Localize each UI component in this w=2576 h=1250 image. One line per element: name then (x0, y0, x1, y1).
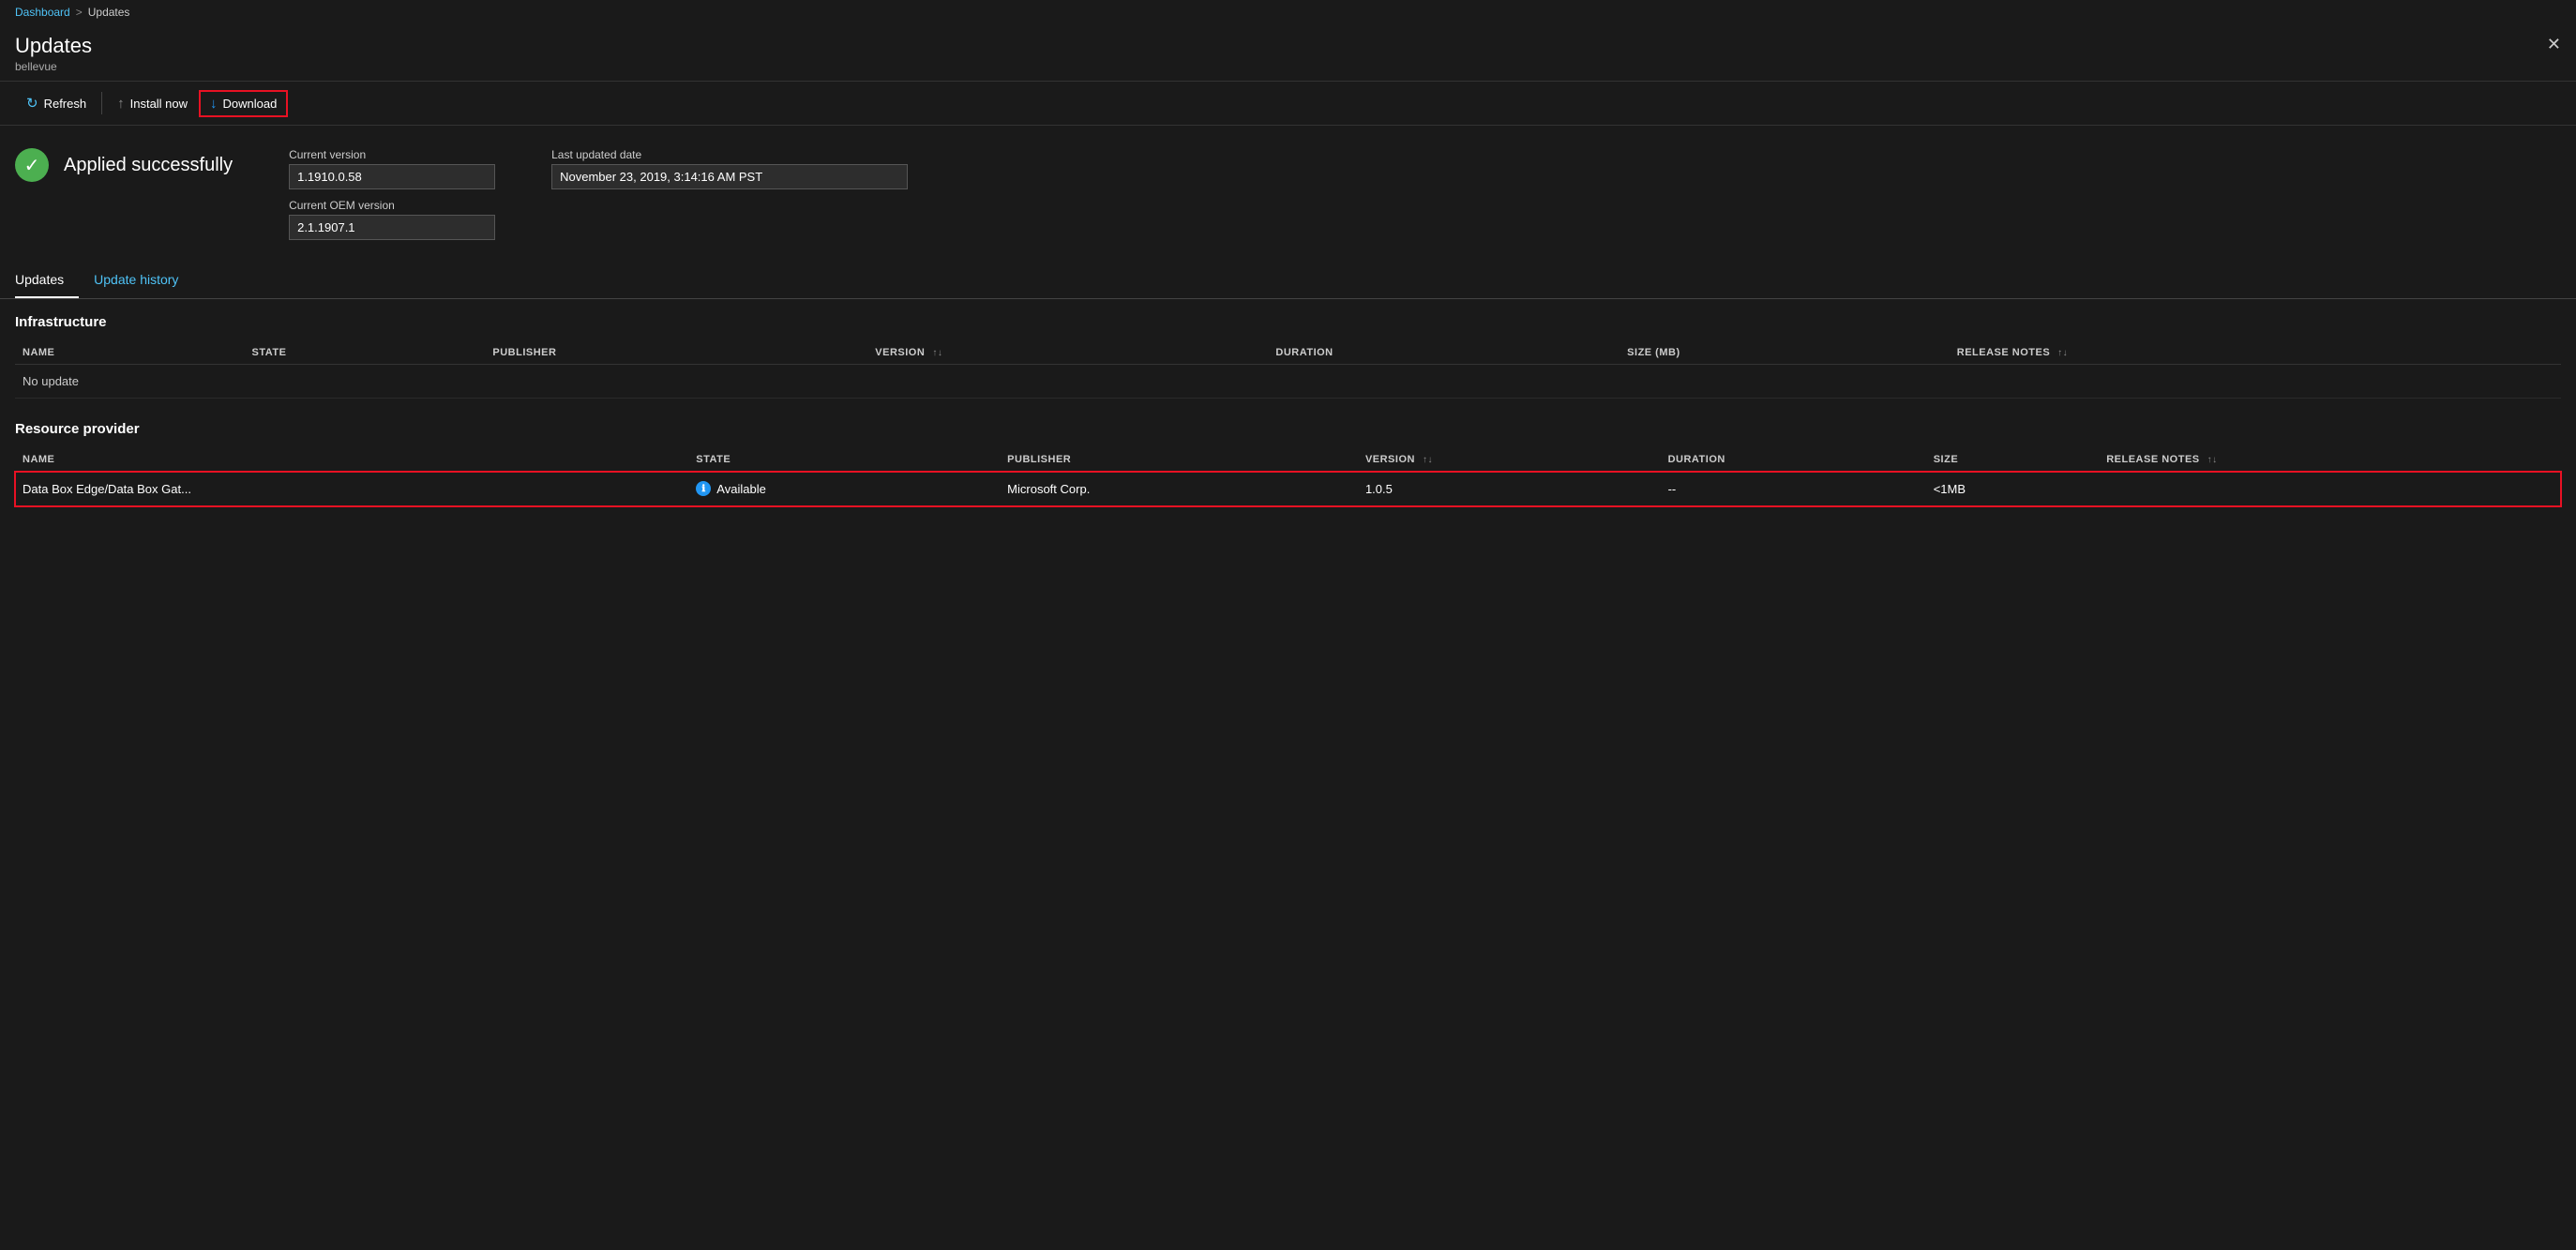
breadcrumb-current: Updates (88, 6, 130, 19)
install-icon: ↑ (117, 96, 125, 112)
refresh-icon: ↻ (26, 95, 38, 112)
breadcrumb-dashboard-link[interactable]: Dashboard (15, 6, 70, 19)
download-icon: ↓ (210, 96, 218, 112)
status-text: Applied successfully (64, 155, 233, 176)
current-oem-input (289, 215, 495, 240)
infrastructure-table: NAME STATE PUBLISHER VERSION ↑↓ DURATION… (15, 341, 2561, 399)
infra-col-release-notes[interactable]: RELEASE NOTES ↑↓ (1950, 341, 2561, 365)
version-sort-icon: ↑↓ (932, 348, 942, 358)
last-updated-input (551, 164, 908, 189)
rp-row-name: Data Box Edge/Data Box Gat... (15, 472, 688, 506)
rp-row-version: 1.0.5 (1358, 472, 1661, 506)
toolbar-divider-1 (101, 92, 102, 114)
available-badge: ℹ Available (696, 481, 992, 496)
rp-col-release-notes[interactable]: RELEASE NOTES ↑↓ (2099, 448, 2561, 472)
infra-col-version[interactable]: VERSION ↑↓ (867, 341, 1268, 365)
infra-col-state: STATE (245, 341, 486, 365)
status-fields-right: Last updated date (551, 148, 908, 189)
infrastructure-title: Infrastructure (15, 314, 2561, 330)
rp-row-state: ℹ Available (688, 472, 1000, 506)
current-version-label: Current version (289, 148, 495, 161)
tab-update-history[interactable]: Update history (94, 263, 193, 298)
toolbar: ↻ Refresh ↑ Install now ↓ Download (0, 82, 2576, 126)
rp-col-name: NAME (15, 448, 688, 472)
available-label: Available (716, 482, 766, 496)
refresh-button[interactable]: ↻ Refresh (15, 89, 98, 117)
refresh-label: Refresh (44, 97, 87, 111)
infra-col-size: SIZE (MB) (1619, 341, 1950, 365)
infra-col-name: NAME (15, 341, 245, 365)
install-label: Install now (130, 97, 188, 111)
breadcrumb-separator: > (76, 6, 83, 19)
download-button[interactable]: ↓ Download (199, 90, 288, 117)
resource-provider-table-header: NAME STATE PUBLISHER VERSION ↑↓ DURATION… (15, 448, 2561, 472)
breadcrumb: Dashboard > Updates (0, 0, 2576, 24)
status-fields-center: Current version Current OEM version (289, 148, 495, 240)
current-oem-group: Current OEM version (289, 199, 495, 240)
close-button[interactable]: ✕ (2547, 36, 2561, 53)
status-left: ✓ Applied successfully (15, 148, 233, 182)
install-now-button[interactable]: ↑ Install now (106, 90, 199, 117)
last-updated-group: Last updated date (551, 148, 908, 189)
infra-col-publisher: PUBLISHER (485, 341, 867, 365)
no-update-cell: No update (15, 365, 2561, 399)
resource-provider-table: NAME STATE PUBLISHER VERSION ↑↓ DURATION… (15, 448, 2561, 506)
rp-row-duration: -- (1661, 472, 1926, 506)
rp-col-publisher: PUBLISHER (1000, 448, 1358, 472)
last-updated-label: Last updated date (551, 148, 908, 161)
resource-provider-title: Resource provider (15, 421, 2561, 437)
table-row[interactable]: Data Box Edge/Data Box Gat... ℹ Availabl… (15, 472, 2561, 506)
rp-col-state: STATE (688, 448, 1000, 472)
status-success-icon: ✓ (15, 148, 49, 182)
page-subtitle: bellevue (15, 60, 2561, 73)
infrastructure-section: Infrastructure NAME STATE PUBLISHER VERS… (0, 299, 2576, 399)
page-header: Updates bellevue ✕ (0, 24, 2576, 82)
rp-row-release-notes (2099, 472, 2561, 506)
status-section: ✓ Applied successfully Current version C… (0, 126, 2576, 259)
rp-version-sort-icon: ↑↓ (1423, 455, 1433, 465)
current-oem-label: Current OEM version (289, 199, 495, 212)
rp-release-notes-sort-icon: ↑↓ (2207, 455, 2218, 465)
current-version-input (289, 164, 495, 189)
rp-row-size: <1MB (1926, 472, 2100, 506)
tab-updates[interactable]: Updates (15, 263, 79, 298)
rp-col-size: SIZE (1926, 448, 2100, 472)
current-version-group: Current version (289, 148, 495, 189)
resource-provider-section: Resource provider NAME STATE PUBLISHER V… (0, 399, 2576, 506)
rp-col-duration: DURATION (1661, 448, 1926, 472)
tabs-container: Updates Update history (0, 263, 2576, 299)
release-notes-sort-icon: ↑↓ (2057, 348, 2068, 358)
available-icon: ℹ (696, 481, 711, 496)
infrastructure-table-header: NAME STATE PUBLISHER VERSION ↑↓ DURATION… (15, 341, 2561, 365)
table-row: No update (15, 365, 2561, 399)
rp-col-version[interactable]: VERSION ↑↓ (1358, 448, 1661, 472)
rp-row-publisher: Microsoft Corp. (1000, 472, 1358, 506)
infra-col-duration: DURATION (1268, 341, 1619, 365)
page-title: Updates (15, 34, 2561, 58)
download-label: Download (223, 97, 278, 111)
